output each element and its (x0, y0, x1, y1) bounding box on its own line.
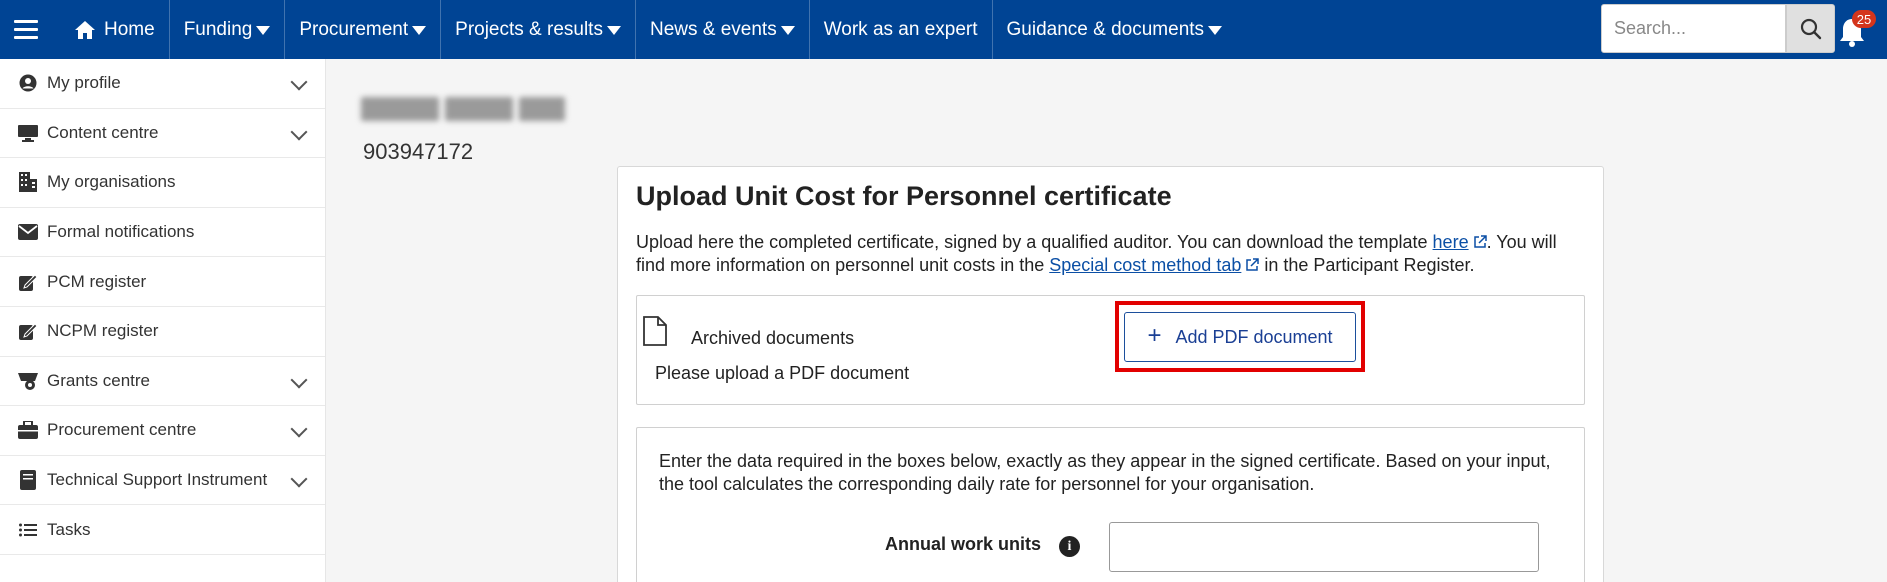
nav-home[interactable]: Home (52, 0, 170, 59)
sidebar-item-procurement-centre[interactable]: Procurement centre (0, 406, 325, 456)
sidebar-item-pcm-register[interactable]: PCM register (0, 257, 325, 307)
nav-funding-label: Funding (183, 18, 253, 40)
sidebar: My profile Content centre My organisatio… (0, 59, 326, 582)
chevron-down-icon[interactable] (290, 73, 308, 91)
pic-number: 903947172 (363, 139, 474, 164)
sidebar-item-label: My profile (47, 73, 121, 93)
chevron-down-icon[interactable] (290, 371, 308, 389)
template-link[interactable]: here (1433, 232, 1469, 252)
description-text: in the Participant Register. (1259, 255, 1475, 275)
caret-down-icon (256, 26, 271, 35)
add-pdf-label: Add PDF document (1175, 326, 1333, 347)
sidebar-item-label: Technical Support Instrument (47, 470, 268, 490)
edit-check-icon (17, 271, 39, 293)
nav-projects-label: Projects & results (455, 18, 603, 40)
menu-icon[interactable] (0, 0, 52, 59)
sidebar-item-technical-support-instrument[interactable]: Technical Support Instrument (0, 456, 325, 506)
sidebar-item-formal-notifications[interactable]: Formal notifications (0, 208, 325, 258)
building-icon (17, 171, 39, 193)
sidebar-item-label: Formal notifications (47, 222, 195, 242)
organisation-name-redacted (361, 93, 571, 125)
search-input[interactable]: Search... (1601, 4, 1786, 53)
nav-work-as-expert[interactable]: Work as an expert (810, 0, 993, 59)
nav-guidance-label: Guidance & documents (1006, 18, 1205, 40)
user-circle-icon (17, 72, 39, 94)
briefcase-icon (17, 419, 39, 441)
search-icon (1800, 18, 1821, 39)
card-title: Upload Unit Cost for Personnel certifica… (636, 181, 1172, 211)
sidebar-item-label: Procurement centre (47, 420, 197, 440)
plus-icon: + (1147, 322, 1162, 349)
annual-work-units-label: Annual work units (885, 534, 1042, 554)
list-icon (17, 519, 39, 541)
nav-funding[interactable]: Funding (170, 0, 286, 59)
external-link-icon (1473, 235, 1487, 248)
caret-down-icon (1208, 26, 1223, 35)
home-icon (74, 20, 96, 40)
sidebar-item-label: Grants centre (47, 370, 150, 390)
book-icon (17, 469, 39, 491)
chevron-down-icon[interactable] (290, 123, 308, 141)
annual-work-units-input[interactable] (1109, 522, 1539, 572)
nav-home-label: Home (104, 18, 155, 40)
external-link-icon (1246, 258, 1260, 271)
sidebar-item-my-organisations[interactable]: My organisations (0, 158, 325, 208)
nav-procurement[interactable]: Procurement (285, 0, 442, 59)
sidebar-item-label: My organisations (47, 172, 176, 192)
sidebar-item-my-profile[interactable]: My profile (0, 59, 325, 109)
edit-check-icon (17, 320, 39, 342)
monitor-icon (17, 122, 39, 144)
nav-news-events[interactable]: News & events (636, 0, 810, 59)
sidebar-item-label: Tasks (47, 519, 91, 539)
sidebar-item-label: NCPM register (47, 321, 159, 341)
sidebar-item-label: Content centre (47, 122, 159, 142)
caret-down-icon (606, 26, 621, 35)
upload-section (636, 295, 1585, 405)
chevron-down-icon[interactable] (290, 470, 308, 488)
archived-documents-label: Archived documents (691, 328, 855, 348)
add-pdf-document-button[interactable]: + Add PDF document (1124, 312, 1356, 362)
notification-badge: 25 (1852, 10, 1876, 28)
envelope-icon (17, 221, 39, 243)
nav-expert-label: Work as an expert (823, 18, 978, 40)
special-cost-method-link[interactable]: Special cost method tab (1049, 255, 1241, 275)
nav-projects-results[interactable]: Projects & results (441, 0, 636, 59)
nav-guidance-documents[interactable]: Guidance & documents (993, 0, 1237, 59)
sidebar-item-grants-centre[interactable]: Grants centre (0, 357, 325, 407)
document-icon (643, 316, 667, 346)
data-entry-description: Enter the data required in the boxes bel… (659, 451, 1551, 494)
sidebar-item-label: PCM register (47, 271, 147, 291)
card-description: Upload here the completed certificate, s… (636, 231, 1586, 277)
sidebar-item-ncpm-register[interactable]: NCPM register (0, 307, 325, 357)
chevron-down-icon[interactable] (290, 420, 308, 438)
nav-news-label: News & events (649, 18, 777, 40)
caret-down-icon (412, 26, 427, 35)
nav-procurement-label: Procurement (299, 18, 409, 40)
sidebar-item-tasks[interactable]: Tasks (0, 505, 325, 555)
search-button[interactable] (1786, 4, 1835, 53)
description-text: Upload here the completed certificate, s… (636, 232, 1433, 252)
caret-down-icon (780, 26, 795, 35)
info-icon[interactable]: i (1059, 536, 1080, 557)
sidebar-item-content-centre[interactable]: Content centre (0, 109, 325, 159)
grants-icon (17, 370, 39, 392)
upload-hint: Please upload a PDF document (655, 363, 910, 383)
search-placeholder: Search... (1614, 18, 1687, 38)
